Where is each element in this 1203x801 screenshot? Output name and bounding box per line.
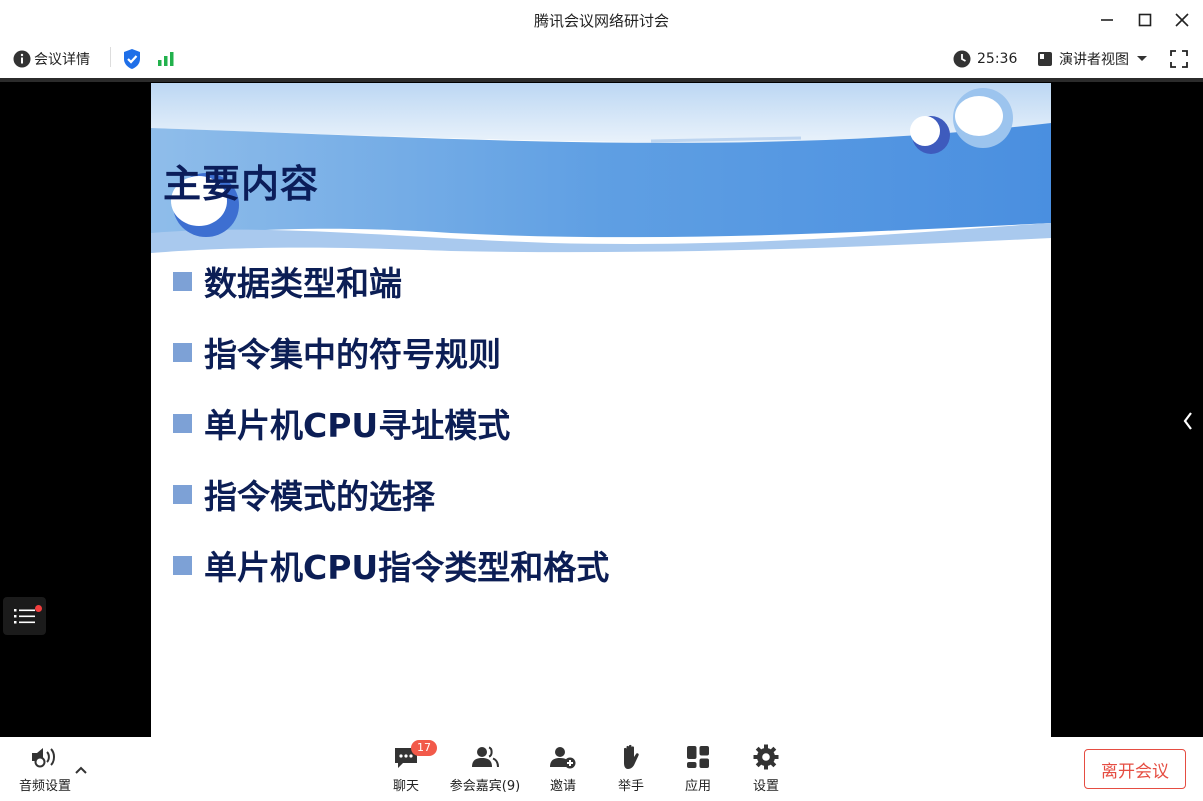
slide-bullet-item: 指令集中的符号规则 bbox=[173, 332, 501, 374]
speaker-mic-icon bbox=[32, 748, 55, 768]
bullet-text: 指令集中的符号规则 bbox=[204, 335, 501, 374]
invite-label: 邀请 bbox=[549, 779, 576, 794]
infobar-divider bbox=[110, 47, 111, 67]
bullet-text: 数据类型和端 bbox=[204, 264, 402, 303]
list-icon bbox=[13, 609, 35, 624]
minimize-icon bbox=[1101, 19, 1113, 21]
window-title: 腾讯会议网络研讨会 bbox=[533, 12, 669, 30]
bullet-text: 单片机CPU寻址模式 bbox=[204, 406, 511, 445]
apps-label: 应用 bbox=[684, 779, 711, 794]
participants-label: 参会嘉宾(9) bbox=[449, 779, 521, 794]
close-icon bbox=[1175, 13, 1189, 27]
speaker-view-icon bbox=[1038, 52, 1052, 66]
view-mode-dropdown[interactable]: 演讲者视图 bbox=[1037, 40, 1149, 78]
slide-bullet-item: 单片机CPU指令类型和格式 bbox=[173, 545, 609, 587]
participants-button[interactable]: 参会嘉宾(9) bbox=[445, 741, 525, 797]
audio-settings-button[interactable]: 音频设置 bbox=[5, 741, 85, 797]
bullet-square-icon bbox=[173, 555, 192, 575]
floating-list-button[interactable] bbox=[3, 597, 46, 635]
participants-icon bbox=[472, 746, 499, 768]
slide-bullet-item: 指令模式的选择 bbox=[173, 474, 435, 516]
view-mode-label: 演讲者视图 bbox=[1059, 52, 1129, 68]
fullscreen-icon bbox=[1170, 50, 1188, 68]
chevron-left-icon bbox=[1183, 412, 1192, 430]
slide-bullet-item: 数据类型和端 bbox=[173, 261, 402, 303]
chat-button[interactable]: 17 聊天 bbox=[366, 740, 446, 797]
chevron-up-icon bbox=[75, 766, 87, 774]
notification-dot bbox=[35, 605, 42, 612]
apps-grid-icon bbox=[687, 746, 709, 768]
slide-bullet-item: 单片机CPU寻址模式 bbox=[173, 403, 510, 445]
audio-options-toggle[interactable] bbox=[74, 760, 88, 779]
add-user-icon bbox=[550, 747, 576, 769]
meeting-timer: 25:36 bbox=[953, 40, 1017, 78]
settings-button[interactable]: 设置 bbox=[726, 741, 806, 797]
bullet-text: 指令模式的选择 bbox=[204, 477, 435, 516]
info-icon bbox=[13, 50, 31, 68]
leave-meeting-button[interactable]: 离开会议 bbox=[1084, 749, 1186, 789]
signal-bars-icon bbox=[158, 52, 174, 66]
bullet-text: 单片机CPU指令类型和格式 bbox=[204, 548, 610, 587]
chevron-down-icon bbox=[1137, 56, 1147, 61]
raise-hand-label: 举手 bbox=[617, 779, 644, 794]
meeting-info-bar bbox=[0, 40, 1203, 78]
timer-value: 25:36 bbox=[977, 51, 1018, 67]
slide-title: 主要内容 bbox=[163, 162, 320, 206]
shield-check-icon bbox=[124, 49, 140, 69]
network-signal-indicator[interactable] bbox=[157, 40, 175, 78]
bullet-square-icon bbox=[173, 484, 192, 504]
presentation-slide: 主要内容 数据类型和端 指令集中的符号规则 单片机CPU寻址模式 指令模式的选择… bbox=[151, 83, 1051, 737]
gear-icon bbox=[753, 744, 779, 770]
title-bar: 腾讯会议网络研讨会 bbox=[0, 0, 1203, 41]
chat-unread-badge: 17 bbox=[411, 740, 437, 756]
stage-top-border bbox=[0, 78, 1203, 82]
close-button[interactable] bbox=[1168, 6, 1196, 34]
bullet-square-icon bbox=[173, 271, 192, 291]
audio-settings-label: 音频设置 bbox=[18, 779, 71, 794]
clock-icon bbox=[953, 50, 971, 68]
meeting-details-label: 会议详情 bbox=[34, 52, 90, 68]
security-shield-button[interactable] bbox=[122, 40, 142, 78]
bullet-square-icon bbox=[173, 413, 192, 433]
raise-hand-icon bbox=[624, 744, 639, 769]
maximize-icon bbox=[1138, 13, 1152, 27]
maximize-button[interactable] bbox=[1131, 6, 1159, 34]
minimize-button[interactable] bbox=[1093, 6, 1121, 34]
settings-label: 设置 bbox=[752, 779, 779, 794]
meeting-details-button[interactable]: 会议详情 bbox=[13, 40, 90, 78]
chat-label: 聊天 bbox=[392, 779, 419, 794]
bullet-square-icon bbox=[173, 342, 192, 362]
expand-side-panel-button[interactable] bbox=[1176, 407, 1200, 435]
fullscreen-button[interactable] bbox=[1170, 40, 1188, 78]
